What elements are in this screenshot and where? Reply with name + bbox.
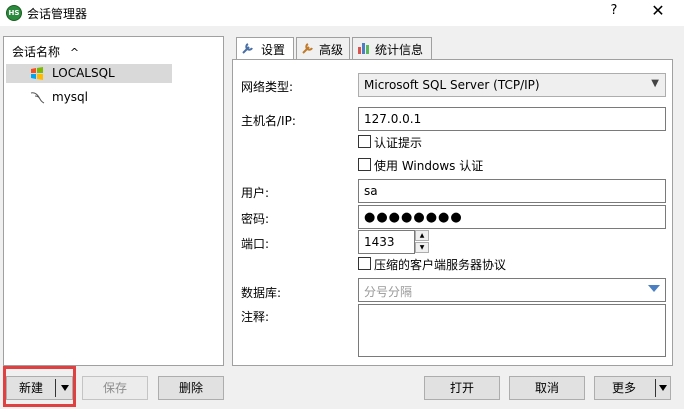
app-logo-icon: HS: [6, 5, 22, 21]
network-type-label: 网络类型:: [241, 80, 294, 94]
save-button-label: 保存: [102, 381, 127, 395]
comment-label: 注释:: [241, 310, 270, 324]
tab-advanced[interactable]: 高级: [296, 37, 350, 59]
bar-chart-icon: [358, 43, 369, 54]
dropdown-arrow-icon[interactable]: [659, 385, 667, 391]
close-button[interactable]: ✕: [650, 1, 666, 20]
port-input[interactable]: 1433: [358, 230, 415, 254]
open-button[interactable]: 打开: [424, 376, 500, 400]
session-item-mysql[interactable]: mysql: [6, 88, 172, 107]
comment-textarea[interactable]: [358, 304, 666, 357]
settings-panel: 网络类型: Microsoft SQL Server (TCP/IP) ▼ 主机…: [232, 59, 673, 366]
host-label: 主机名/IP:: [241, 114, 296, 128]
user-label: 用户:: [241, 186, 270, 200]
save-button[interactable]: 保存: [82, 376, 148, 400]
database-placeholder: 分号分隔: [364, 285, 413, 299]
tab-statistics-label: 统计信息: [375, 43, 424, 57]
auth-prompt-label: 认证提示: [374, 136, 423, 150]
session-item-label: LOCALSQL: [52, 66, 115, 80]
wrench-icon: [242, 43, 253, 54]
database-label: 数据库:: [241, 286, 282, 300]
session-list-header[interactable]: 会话名称 ^: [12, 43, 79, 60]
port-stepper[interactable]: ▲ ▼: [415, 230, 430, 254]
delete-button[interactable]: 删除: [158, 376, 224, 400]
network-type-value: Microsoft SQL Server (TCP/IP): [364, 78, 540, 92]
chevron-down-icon: ▼: [651, 78, 659, 89]
tab-settings[interactable]: 设置: [236, 37, 294, 60]
session-name-column-label: 会话名称: [12, 45, 61, 59]
network-type-select[interactable]: Microsoft SQL Server (TCP/IP) ▼: [358, 73, 666, 97]
open-button-label: 打开: [449, 381, 474, 395]
password-label: 密码:: [241, 212, 270, 226]
compress-protocol-label: 压缩的客户端服务器协议: [374, 258, 507, 272]
help-button[interactable]: ?: [607, 3, 621, 18]
user-value: sa: [364, 184, 378, 198]
session-item-localsql[interactable]: LOCALSQL: [6, 64, 172, 83]
port-label: 端口:: [241, 237, 270, 251]
increment-icon[interactable]: ▲: [415, 230, 429, 241]
windows-auth-label: 使用 Windows 认证: [374, 159, 484, 173]
mysql-dolphin-icon: [30, 92, 45, 104]
password-input[interactable]: ●●●●●●●●: [358, 205, 666, 229]
tab-settings-label: 设置: [261, 43, 286, 57]
more-button[interactable]: 更多: [594, 376, 671, 400]
cancel-button-label: 取消: [534, 381, 559, 395]
decrement-icon[interactable]: ▼: [415, 242, 429, 253]
database-input[interactable]: 分号分隔: [358, 278, 666, 302]
delete-button-label: 删除: [178, 381, 203, 395]
split-divider: [655, 379, 656, 397]
title-bar: HS 会话管理器 ? ✕: [0, 0, 684, 26]
sort-ascending-icon: ^: [69, 46, 80, 59]
tab-statistics[interactable]: 统计信息: [352, 37, 432, 59]
dropdown-triangle-icon[interactable]: [648, 285, 660, 292]
cancel-button[interactable]: 取消: [509, 376, 585, 400]
port-value: 1433: [364, 235, 395, 249]
user-input[interactable]: sa: [358, 179, 666, 203]
host-value: 127.0.0.1: [364, 112, 422, 126]
highlight-box: [3, 366, 76, 407]
more-button-label: 更多: [612, 381, 637, 395]
session-list[interactable]: 会话名称 ^ LOCALSQL mysql: [3, 36, 224, 366]
tab-advanced-label: 高级: [319, 43, 344, 57]
wrench-icon: [302, 43, 313, 54]
checkbox-box[interactable]: [358, 135, 371, 148]
mssql-icon: [31, 67, 43, 80]
session-item-label: mysql: [52, 90, 88, 104]
host-input[interactable]: 127.0.0.1: [358, 107, 666, 131]
password-value: ●●●●●●●●: [364, 210, 463, 225]
checkbox-box[interactable]: [358, 257, 371, 270]
checkbox-box[interactable]: [358, 158, 371, 171]
window-title: 会话管理器: [27, 7, 88, 21]
